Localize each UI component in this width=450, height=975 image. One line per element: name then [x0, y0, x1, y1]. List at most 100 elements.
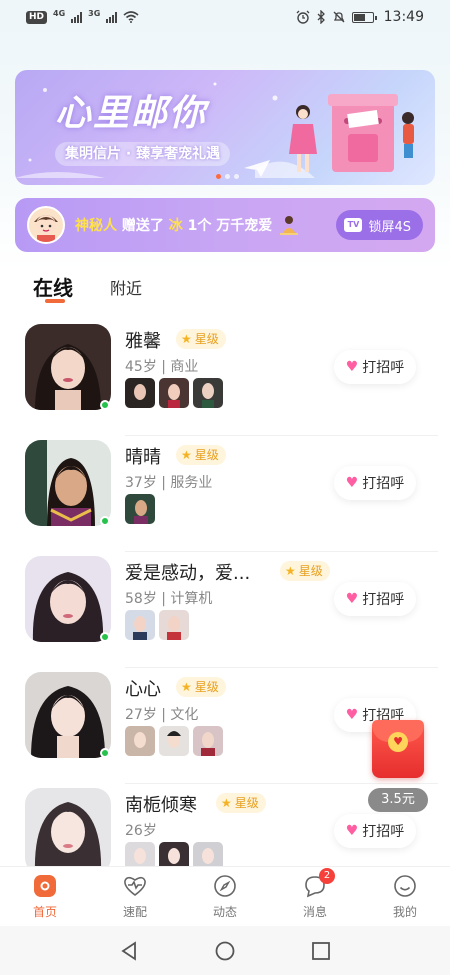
user-meta: 26岁 [125, 823, 157, 839]
heartbeat-icon [122, 873, 148, 899]
network-type-1: 4G [53, 8, 66, 18]
chat-icon: 2 [302, 868, 335, 899]
user-photo[interactable] [159, 378, 189, 408]
star-icon: ★ [285, 564, 296, 578]
user-photo[interactable] [159, 610, 189, 640]
nav-messages[interactable]: 2 消息 [275, 868, 355, 920]
nav-match[interactable]: 速配 [95, 873, 175, 920]
user-meta: 27岁 | 文化 [125, 707, 199, 723]
level-label: 星级 [298, 564, 323, 578]
greet-button[interactable]: ♥ 打招呼 [334, 350, 416, 384]
level-label: 星级 [194, 680, 219, 694]
gift-action: 赠送了 [121, 218, 164, 234]
banner-dot [234, 174, 239, 179]
user-avatar[interactable] [25, 672, 111, 758]
nav-moments[interactable]: 动态 [185, 873, 265, 920]
user-photos [125, 494, 155, 524]
online-indicator [100, 516, 110, 526]
tab-active-indicator [45, 299, 65, 303]
gift-sender-name: 神秘人 [75, 218, 117, 234]
system-nav-bar [0, 926, 450, 975]
user-meta: 45岁 | 商业 [125, 359, 199, 375]
back-icon[interactable] [118, 940, 140, 962]
online-indicator [100, 632, 110, 642]
star-icon: ★ [181, 680, 192, 694]
messages-badge: 2 [319, 868, 335, 884]
signal-icon [71, 11, 83, 23]
level-badge: ★ 星级 [176, 329, 226, 349]
list-item[interactable]: 爱是感动，爱... ★ 星级 58岁 | 计算机 ♥ 打招呼 [0, 552, 450, 668]
tab-nearby[interactable]: 附近 [110, 275, 142, 299]
compass-icon [212, 873, 238, 899]
nav-me[interactable]: 我的 [365, 873, 445, 920]
star-icon: ★ [181, 448, 192, 462]
nav-messages-label: 消息 [302, 905, 327, 919]
level-badge: ★ 星级 [216, 793, 266, 813]
heart-icon: ♥ [345, 475, 359, 491]
level-label: 星级 [194, 332, 219, 346]
gift-sender-avatar [27, 206, 65, 244]
user-photo[interactable] [125, 610, 155, 640]
user-avatar[interactable] [25, 788, 111, 874]
nav-match-label: 速配 [122, 905, 147, 919]
user-photo[interactable] [125, 726, 155, 756]
greet-label: 打招呼 [362, 360, 405, 376]
level-label: 星级 [234, 796, 259, 810]
red-packet-coin-icon: ♥ [388, 732, 408, 752]
user-name: 南栀倾寒 [125, 795, 197, 816]
star-icon: ★ [221, 796, 232, 810]
tab-online[interactable]: 在线 [33, 272, 73, 301]
user-photos [125, 610, 189, 640]
home-button-icon[interactable] [214, 940, 236, 962]
online-indicator [100, 400, 110, 410]
user-avatar[interactable] [25, 440, 111, 526]
user-name: 晴晴 [125, 447, 161, 468]
heart-icon: ♥ [345, 707, 359, 723]
greet-button[interactable]: ♥ 打招呼 [334, 582, 416, 616]
greet-label: 打招呼 [362, 592, 405, 608]
user-photo[interactable] [125, 378, 155, 408]
banner-dot-active [216, 174, 221, 179]
user-photo[interactable] [193, 726, 223, 756]
hd-icon: HD [26, 10, 48, 24]
greet-label: 打招呼 [362, 824, 405, 840]
red-packet-button[interactable]: ♥ [372, 720, 424, 778]
home-icon [32, 873, 58, 899]
nav-home[interactable]: 首页 [5, 873, 85, 920]
banner-subtitle: 集明信片 · 臻享奢宠礼遇 [55, 142, 231, 166]
user-meta: 58岁 | 计算机 [125, 591, 213, 607]
greet-label: 打招呼 [362, 476, 405, 492]
user-avatar[interactable] [25, 324, 111, 410]
level-badge: ★ 星级 [176, 445, 226, 465]
user-name: 雅馨 [125, 331, 161, 352]
greet-button[interactable]: ♥ 打招呼 [334, 466, 416, 500]
user-photos [125, 726, 223, 756]
heart-icon: ♥ [345, 359, 359, 375]
bluetooth-icon [317, 10, 325, 24]
gift-notice-bar[interactable]: 神秘人 赠送了 冰 1个 万千宠爱 TV 锁屏4S [15, 198, 435, 252]
greet-button[interactable]: ♥ 打招呼 [334, 814, 416, 848]
star-icon: ★ [181, 332, 192, 346]
user-name: 心心 [125, 679, 161, 700]
nav-home-label: 首页 [32, 905, 57, 919]
gift-receiver-name: 冰 [168, 218, 183, 234]
heart-icon: ♥ [345, 823, 359, 839]
list-item[interactable]: 雅馨 ★ 星级 45岁 | 商业 ♥ 打招呼 [0, 320, 450, 436]
user-avatar[interactable] [25, 556, 111, 642]
red-packet-amount[interactable]: 3.5元 [368, 788, 428, 812]
user-photo[interactable] [193, 378, 223, 408]
gift-name: 1个 万千宠爱 [187, 218, 273, 234]
user-photo[interactable] [159, 726, 189, 756]
bottom-nav: 首页 速配 动态 2 消息 我的 [0, 866, 450, 926]
recents-icon[interactable] [310, 940, 332, 962]
tv-icon: TV [344, 218, 363, 232]
status-bar: HD 4G 3G 13:49 [0, 0, 450, 34]
promo-banner[interactable]: 心里邮你 集明信片 · 臻享奢宠礼遇 [15, 70, 435, 185]
nav-me-label: 我的 [392, 905, 417, 919]
user-photos [125, 378, 223, 408]
user-meta: 37岁 | 服务业 [125, 475, 213, 491]
user-photo[interactable] [125, 494, 155, 524]
list-item[interactable]: 晴晴 ★ 星级 37岁 | 服务业 ♥ 打招呼 [0, 436, 450, 552]
lock-screen-button[interactable]: TV 锁屏4S [336, 210, 423, 240]
online-indicator [100, 748, 110, 758]
